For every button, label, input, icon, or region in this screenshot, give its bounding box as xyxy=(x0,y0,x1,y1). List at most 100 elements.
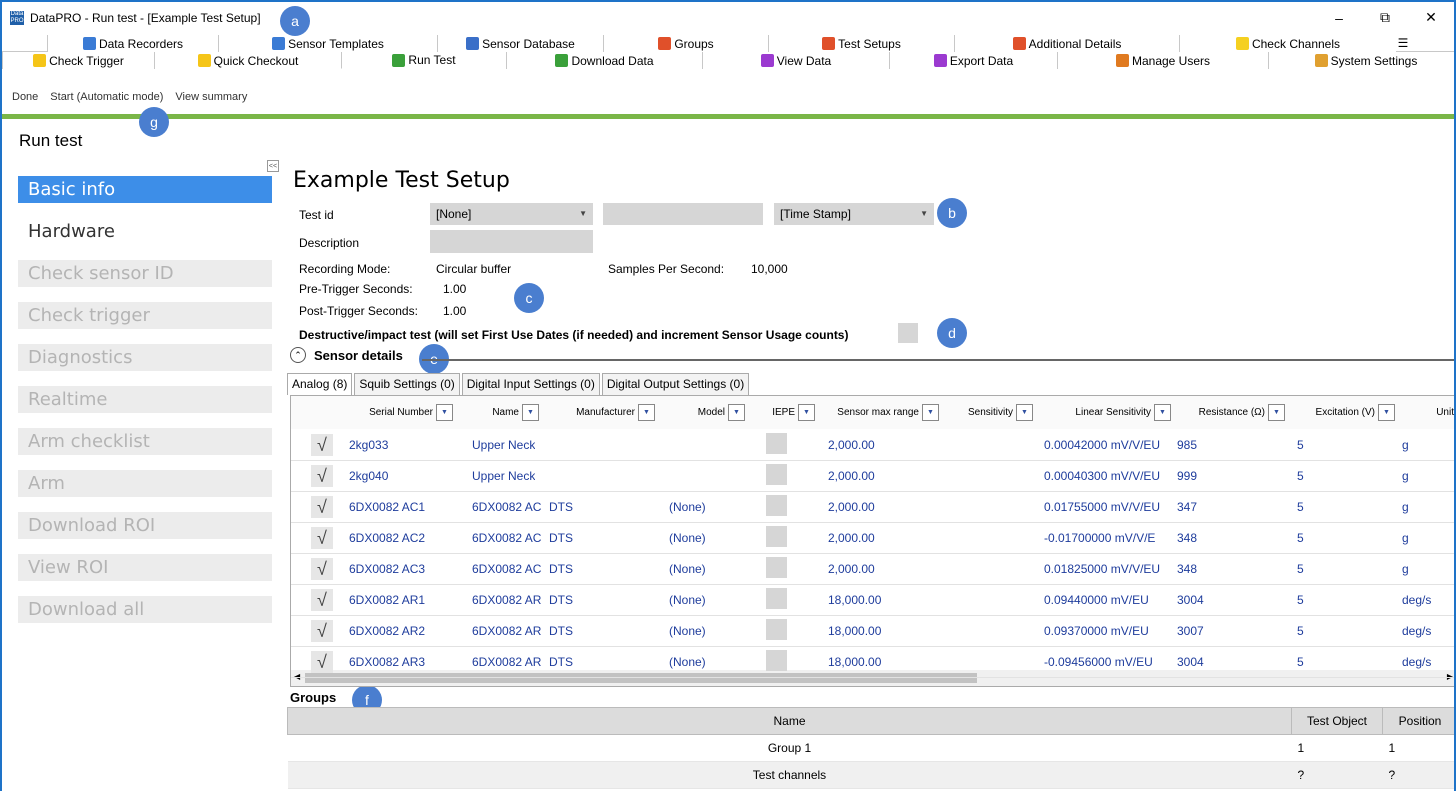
row-checkbox[interactable]: √ xyxy=(311,496,333,518)
table-row[interactable]: √ 6DX0082 AR3 6DX0082 AR DTS (None) 18,000.00… xyxy=(291,646,1454,678)
timestamp-select[interactable]: [Time Stamp] ▼ xyxy=(774,203,934,225)
subtab-squib[interactable]: Squib Settings (0) xyxy=(354,373,460,395)
tab-label: Run Test xyxy=(408,53,456,67)
tab-additional-details[interactable]: Additional Details xyxy=(954,35,1179,52)
table-row[interactable]: Test channels ? ? xyxy=(287,761,1454,789)
close-button[interactable]: ✕ xyxy=(1408,2,1454,33)
filter-icon[interactable]: ▼ xyxy=(436,403,453,421)
filter-icon[interactable]: ▼ xyxy=(798,403,815,421)
subtab-digital[interactable]: Digital Input Settings (0) xyxy=(461,373,600,395)
filter-icon[interactable]: ▼ xyxy=(922,403,939,421)
tab-groups[interactable]: Groups xyxy=(603,35,768,52)
grid-col-manufacturer[interactable]: Manufacturer ▼ xyxy=(549,402,655,422)
filter-icon[interactable]: ▼ xyxy=(522,403,539,421)
groups-col-test-object[interactable]: Test Object xyxy=(1291,707,1383,735)
grid-col-excitation-v-[interactable]: Excitation (V) ▼ xyxy=(1291,402,1395,422)
filter-icon[interactable]: ▼ xyxy=(1016,403,1033,421)
grid-col-resistance-[interactable]: Resistance (Ω) ▼ xyxy=(1177,402,1285,422)
grid-col-sensor-max-range[interactable]: Sensor max range ▼ xyxy=(821,402,939,422)
name-cell: Upper Neck xyxy=(472,438,536,452)
grid-col-units[interactable]: Units xyxy=(1399,402,1454,422)
sensor-details-header[interactable]: ⌃ Sensor details xyxy=(290,347,403,363)
start-automatic-button[interactable]: Start (Automatic mode) xyxy=(50,91,163,103)
tab-check-trigger[interactable]: Check Trigger xyxy=(2,52,154,69)
iepe-checkbox[interactable] xyxy=(766,557,787,578)
restore-button[interactable]: ⧉ xyxy=(1362,2,1408,33)
tab-sensor-database[interactable]: Sensor Database xyxy=(437,35,603,52)
nav-item-basic-info[interactable]: Basic info xyxy=(18,176,272,203)
table-row[interactable]: √ 6DX0082 AC3 6DX0082 AC DTS (None) 2,000.00 0… xyxy=(291,553,1454,585)
collapse-nav-button[interactable]: << xyxy=(267,160,279,172)
description-field[interactable] xyxy=(430,230,593,253)
tab-run-test[interactable]: Run Test xyxy=(341,52,506,69)
tab-label: Manage Users xyxy=(1131,53,1211,68)
grid-col-model[interactable]: Model ▼ xyxy=(665,402,745,422)
filter-icon[interactable]: ▼ xyxy=(1378,403,1395,421)
table-row[interactable]: √ 2kg033 Upper Neck 2,000.00 0.00042000 mV/V… xyxy=(291,429,1454,461)
groups-col-name[interactable]: Name xyxy=(287,707,1292,735)
filter-icon[interactable]: ▼ xyxy=(638,403,655,421)
model-cell: (None) xyxy=(669,562,706,576)
subtab-analog[interactable]: Analog (8) xyxy=(287,373,353,395)
filter-icon[interactable]: ▼ xyxy=(728,403,745,421)
grid-col-name[interactable]: Name ▼ xyxy=(459,402,539,422)
iepe-checkbox[interactable] xyxy=(766,526,787,547)
tab-check-channels[interactable]: Check Channels xyxy=(1179,35,1396,52)
tab-data-recorders[interactable]: Data Recorders xyxy=(47,35,218,52)
tab-download-data[interactable]: Download Data xyxy=(506,52,702,69)
row-checkbox[interactable]: √ xyxy=(311,527,333,549)
iepe-checkbox[interactable] xyxy=(766,588,787,609)
chevron-up-icon[interactable]: ⌃ xyxy=(290,347,306,363)
done-button[interactable]: Done xyxy=(12,91,38,103)
row-checkbox[interactable]: √ xyxy=(311,589,333,611)
menu-icon[interactable]: ☰ xyxy=(1396,35,1410,51)
iepe-checkbox[interactable] xyxy=(766,495,787,516)
data-recorders-icon xyxy=(82,37,96,50)
subtab-digital[interactable]: Digital Output Settings (0) xyxy=(601,373,750,395)
tab-export-data[interactable]: Export Data xyxy=(889,52,1057,69)
grid-col-sensitivity[interactable]: Sensitivity ▼ xyxy=(943,402,1033,422)
name-cell: 6DX0082 AR xyxy=(472,655,542,669)
row-checkbox[interactable]: √ xyxy=(311,558,333,580)
grid-col-serial-number[interactable]: Serial Number ▼ xyxy=(341,402,453,422)
progress-bar xyxy=(2,114,1454,119)
test-id-text-field[interactable] xyxy=(603,203,763,225)
table-row[interactable]: √ 6DX0082 AR2 6DX0082 AR DTS (None) 18,000.00… xyxy=(291,615,1454,647)
tab-quick-checkout[interactable]: Quick Checkout xyxy=(154,52,341,69)
row-checkbox[interactable]: √ xyxy=(311,465,333,487)
table-row[interactable]: Group 1 1 1 xyxy=(287,734,1454,762)
filter-icon[interactable]: ▼ xyxy=(1154,403,1171,421)
table-row[interactable]: √ 6DX0082 AC2 6DX0082 AC DTS (None) 2,000.00 -… xyxy=(291,522,1454,554)
grid-col-iepe[interactable]: IEPE ▼ xyxy=(749,402,815,422)
minimize-button[interactable]: – xyxy=(1316,2,1362,33)
units-cell: g xyxy=(1402,438,1409,452)
chevron-down-icon: ▼ xyxy=(920,209,928,218)
groups-table: Name Test Object Position Group 1 1 1 Te… xyxy=(287,707,1454,789)
row-checkbox[interactable]: √ xyxy=(311,651,333,673)
table-row[interactable]: √ 6DX0082 AR1 6DX0082 AR DTS (None) 18,000.00… xyxy=(291,584,1454,616)
tab-view-data[interactable]: View Data xyxy=(702,52,889,69)
row-checkbox[interactable]: √ xyxy=(311,434,333,456)
view-summary-button[interactable]: View summary xyxy=(175,91,247,103)
resistance-cell: 3004 xyxy=(1177,655,1204,669)
table-row[interactable]: √ 2kg040 Upper Neck 2,000.00 0.00040300 mV/V… xyxy=(291,460,1454,492)
nav-item-hardware[interactable]: Hardware xyxy=(18,218,272,245)
tab-system-settings[interactable]: System Settings xyxy=(1268,52,1454,69)
table-row[interactable]: √ 6DX0082 AC1 6DX0082 AC DTS (None) 2,000.00 0… xyxy=(291,491,1454,523)
iepe-checkbox[interactable] xyxy=(766,650,787,671)
iepe-checkbox[interactable] xyxy=(766,619,787,640)
iepe-checkbox[interactable] xyxy=(766,433,787,454)
timestamp-value: [Time Stamp] xyxy=(780,207,851,221)
row-checkbox[interactable]: √ xyxy=(311,620,333,642)
iepe-checkbox[interactable] xyxy=(766,464,787,485)
filter-icon[interactable]: ▼ xyxy=(1268,403,1285,421)
tab-manage-users[interactable]: Manage Users xyxy=(1057,52,1268,69)
grid-col-linear-sensitivity[interactable]: Linear Sensitivity ▼ xyxy=(1041,402,1171,422)
test-id-select[interactable]: [None] ▼ xyxy=(430,203,593,225)
tab-test-setups[interactable]: Test Setups xyxy=(768,35,954,52)
run-toolbar: Done Start (Automatic mode) View summary xyxy=(12,91,247,103)
analog-sensor-grid: Serial Number ▼ Name ▼ Manufacturer ▼ Model ▼ IE… xyxy=(290,395,1454,687)
destructive-test-checkbox[interactable] xyxy=(898,323,918,343)
groups-col-position[interactable]: Position xyxy=(1382,707,1454,735)
tab-sensor-templates[interactable]: Sensor Templates xyxy=(218,35,437,52)
